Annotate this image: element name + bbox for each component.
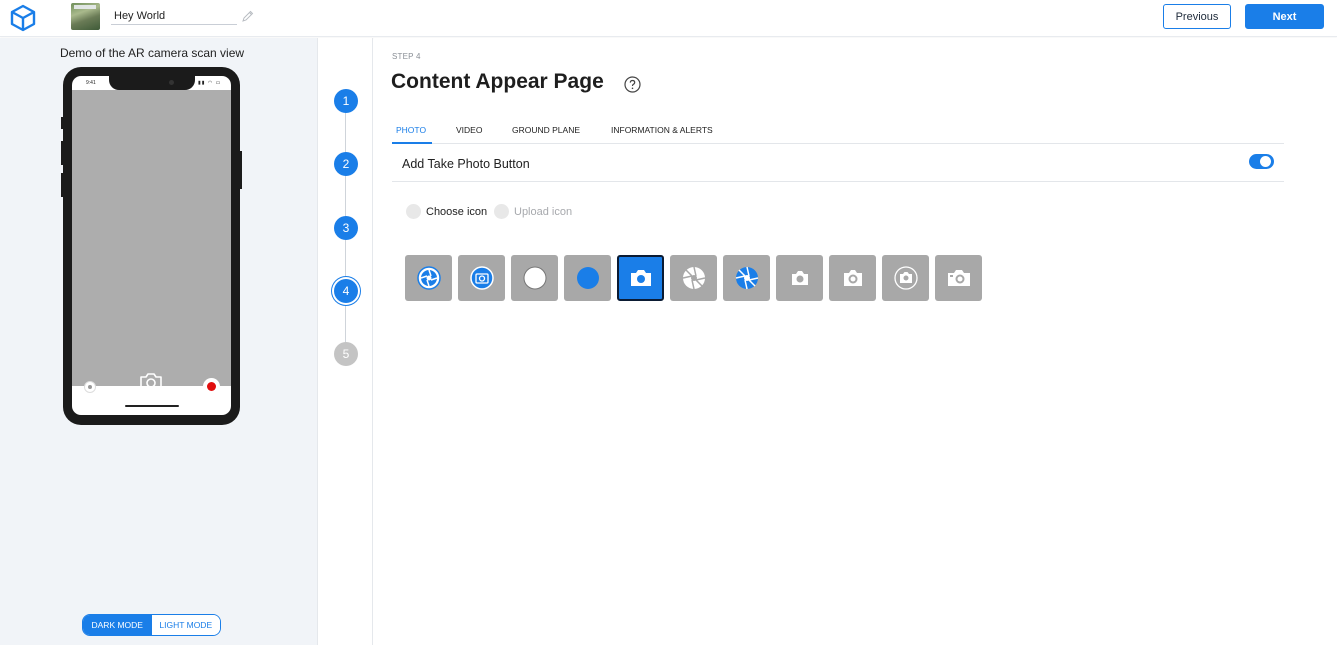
preview-caption: Demo of the AR camera scan view xyxy=(59,46,245,60)
setting-label: Add Take Photo Button xyxy=(402,157,530,171)
icon-option[interactable] xyxy=(670,255,717,301)
upload-icon-label: Upload icon xyxy=(514,205,573,218)
upload-icon-radio[interactable]: Upload icon xyxy=(494,204,572,219)
blue-white-aperture-icon xyxy=(735,266,758,290)
white-aperture-icon xyxy=(682,266,705,290)
icon-option[interactable] xyxy=(405,255,452,301)
pencil-icon[interactable] xyxy=(241,9,255,23)
white-camera-icon xyxy=(791,271,808,285)
phone-screen: 9:41 ▮▮ ◠ ▭ xyxy=(72,76,231,415)
take-photo-icon[interactable] xyxy=(138,372,164,392)
tab-bar: PHOTO VIDEO GROUND PLANE INFORMATION & A… xyxy=(392,121,1284,144)
icon-option[interactable] xyxy=(829,255,876,301)
step-2[interactable]: 2 xyxy=(334,152,358,176)
status-time: 9:41 xyxy=(86,80,96,86)
main-content: STEP 4 Content Appear Page PHOTO VIDEO G… xyxy=(374,38,1337,645)
blue-dot-icon xyxy=(576,267,599,289)
phone-side-button xyxy=(61,173,64,197)
light-mode-button[interactable]: LIGHT MODE xyxy=(151,615,220,635)
step-4[interactable]: 4 xyxy=(334,279,358,303)
project-name-input[interactable] xyxy=(111,7,237,25)
tab-video[interactable]: VIDEO xyxy=(456,125,482,135)
tab-information-alerts[interactable]: INFORMATION & ALERTS xyxy=(611,125,713,135)
radio-circle xyxy=(406,204,421,219)
camera-view xyxy=(72,90,231,395)
phone-side-button xyxy=(239,151,242,189)
white-camera-large-icon xyxy=(947,270,970,286)
next-button[interactable]: Next xyxy=(1245,4,1324,29)
record-icon[interactable] xyxy=(203,378,220,395)
tab-ground-plane[interactable]: GROUND PLANE xyxy=(512,125,580,135)
preview-panel: Demo of the AR camera scan view 9:41 ▮▮ … xyxy=(0,38,317,645)
tab-photo[interactable]: PHOTO xyxy=(396,125,426,135)
icon-option[interactable] xyxy=(511,255,558,301)
mode-toggle: DARK MODE LIGHT MODE xyxy=(82,614,221,636)
choose-icon-radio[interactable]: Choose icon xyxy=(406,204,487,219)
white-camera-circle-icon xyxy=(843,270,862,286)
step-label: STEP 4 xyxy=(392,52,421,61)
icon-option[interactable] xyxy=(882,255,929,301)
flip-camera-icon[interactable] xyxy=(84,381,96,393)
white-camera-ring-icon xyxy=(893,266,918,290)
phone-side-button xyxy=(61,141,64,165)
choose-icon-label: Choose icon xyxy=(426,205,488,218)
camera-icon xyxy=(630,270,651,286)
home-indicator xyxy=(125,405,179,407)
step-5[interactable]: 5 xyxy=(334,342,358,366)
top-bar: Previous Next xyxy=(0,0,1337,37)
status-icons: ▮▮ ◠ ▭ xyxy=(198,80,222,86)
app-logo-icon[interactable] xyxy=(10,4,36,32)
icon-option-selected[interactable] xyxy=(617,255,664,301)
phone-notch xyxy=(109,76,195,90)
radio-circle xyxy=(494,204,509,219)
previous-button[interactable]: Previous xyxy=(1163,4,1231,29)
phone-side-button xyxy=(61,117,64,129)
step-3[interactable]: 3 xyxy=(334,216,358,240)
blue-aperture-icon xyxy=(416,266,441,290)
blue-camera-outline-icon xyxy=(469,266,494,290)
page-title: Content Appear Page xyxy=(391,70,604,93)
help-icon[interactable] xyxy=(624,76,641,93)
icon-option[interactable] xyxy=(776,255,823,301)
icon-option[interactable] xyxy=(564,255,611,301)
icon-option[interactable] xyxy=(723,255,770,301)
icon-option[interactable] xyxy=(935,255,982,301)
stepper: 1 2 3 4 5 xyxy=(317,38,373,645)
phone-mockup: 9:41 ▮▮ ◠ ▭ xyxy=(61,67,242,425)
take-photo-toggle[interactable] xyxy=(1249,154,1274,169)
white-circle-icon xyxy=(523,266,546,290)
icon-option[interactable] xyxy=(458,255,505,301)
step-1[interactable]: 1 xyxy=(334,89,358,113)
project-thumbnail[interactable] xyxy=(71,3,100,30)
dark-mode-button[interactable]: DARK MODE xyxy=(83,615,152,635)
take-photo-setting-row: Add Take Photo Button xyxy=(392,144,1284,182)
